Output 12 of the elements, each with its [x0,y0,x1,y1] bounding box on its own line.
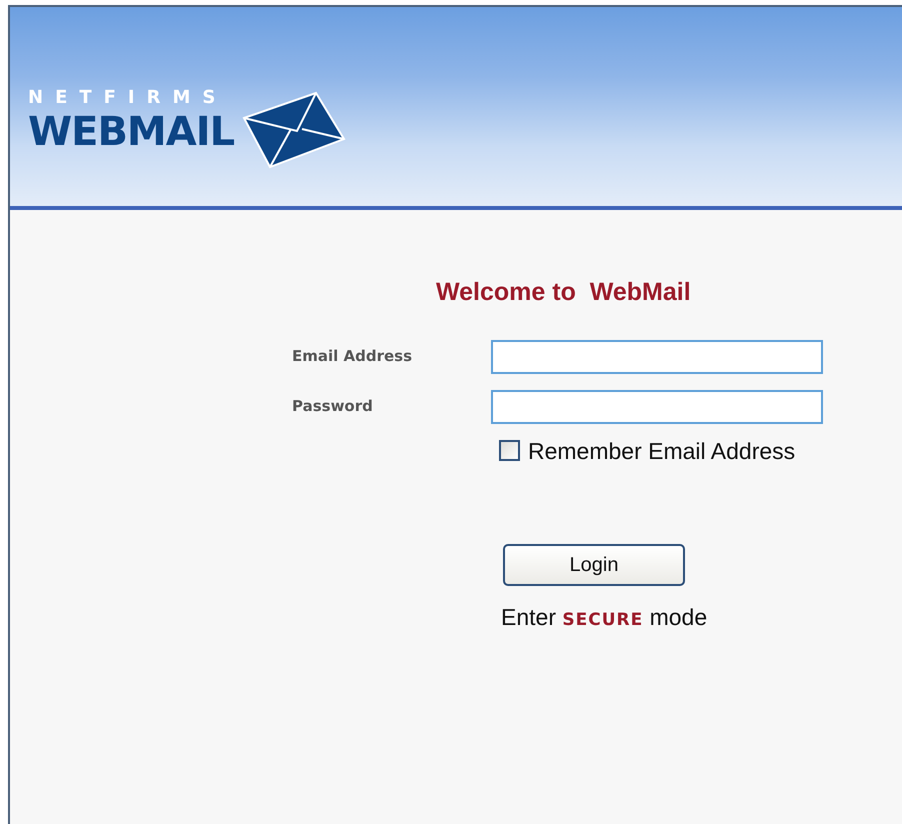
logo-text: WEBMAIL [28,112,234,152]
field-label: Password [291,396,374,418]
input-field[interactable] [491,340,823,374]
remember-checkbox[interactable] [499,440,520,462]
input-field[interactable] [491,390,823,424]
secure-mode-text: Enter SECURE mode [501,603,708,632]
remember-label: Remember Email Address [528,436,796,466]
welcome-heading: Welcome to WebMail [436,277,691,308]
login-button[interactable]: Login [503,544,685,586]
logo-text: NETFIRMS [28,89,228,107]
envelope-icon [242,91,346,169]
field-label: Email Address [291,346,414,368]
